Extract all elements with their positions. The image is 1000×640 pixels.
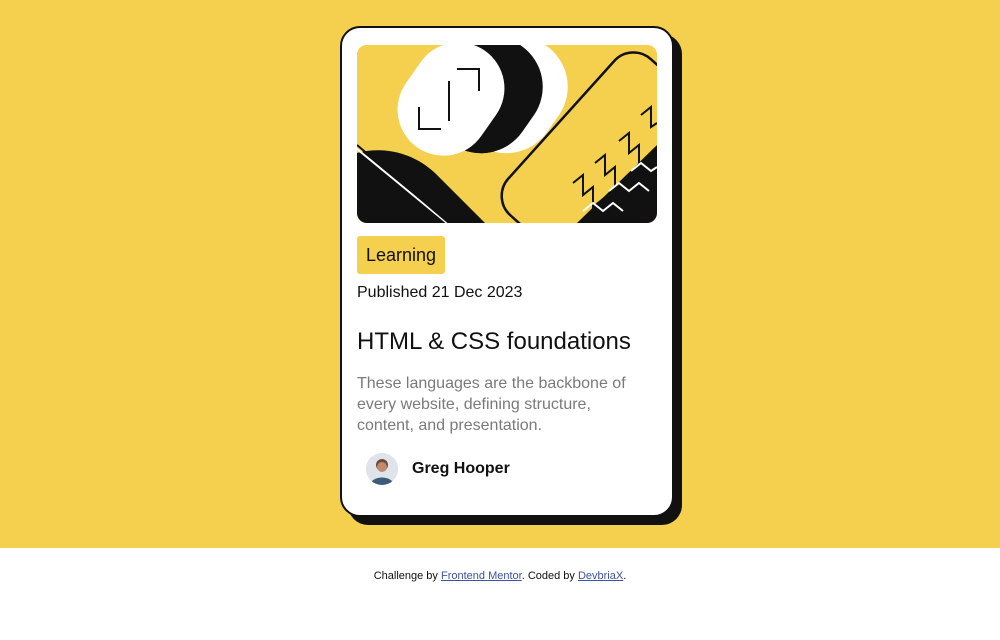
card-description: These languages are the backbone of ever…: [357, 375, 626, 434]
avatar-photo-icon: [366, 453, 398, 485]
blog-preview-card: Learning Published 21 Dec 2023 HTML & CS…: [340, 26, 674, 517]
author-name: Greg Hooper: [412, 460, 510, 477]
frontend-mentor-link[interactable]: Frontend Mentor: [441, 570, 522, 582]
card-illustration: [357, 45, 657, 223]
abstract-illustration-icon: [357, 45, 657, 223]
card-title[interactable]: HTML & CSS foundations: [357, 327, 657, 357]
footer-prefix: Challenge by: [373, 570, 441, 582]
category-tag[interactable]: Learning: [357, 236, 446, 274]
avatar: [366, 453, 398, 485]
author: Greg Hooper: [366, 453, 510, 485]
page-background: Learning Published 21 Dec 2023 HTML & CS…: [0, 0, 1000, 548]
footer-middle: . Coded by: [521, 570, 578, 582]
attribution-footer: Challenge by Frontend Mentor. Coded by D…: [0, 548, 1000, 640]
published-date: Published 21 Dec 2023: [357, 284, 523, 301]
footer-suffix: .: [623, 570, 627, 582]
author-link[interactable]: DevbriaX: [578, 570, 623, 582]
